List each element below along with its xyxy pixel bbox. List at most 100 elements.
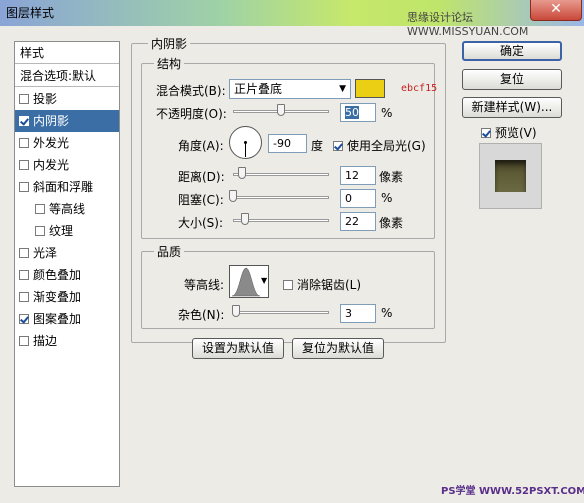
style-item-10[interactable]: 渐变叠加 [15, 286, 119, 308]
preview-swatch [495, 160, 526, 192]
style-item-label: 内发光 [33, 158, 70, 172]
style-item-checkbox-icon[interactable] [19, 247, 29, 258]
reset-default-button[interactable]: 复位为默认值 [292, 338, 384, 359]
preview-checkbox[interactable]: 预览(V) [481, 124, 537, 141]
preview-thumbnail [479, 143, 542, 209]
style-item-label: 斜面和浮雕 [33, 180, 94, 194]
contour-curve-icon [231, 267, 261, 297]
style-item-label: 等高线 [49, 202, 86, 216]
style-item-2[interactable]: 内阴影 [15, 110, 119, 132]
noise-slider[interactable] [233, 311, 329, 314]
antialias-checkbox[interactable]: 消除锯齿(L) [283, 276, 361, 293]
watermark-bottom: PS学堂 WWW.52PSXT.COM [441, 486, 584, 497]
size-unit: 像素 [379, 216, 404, 230]
distance-input[interactable]: 12 [340, 166, 376, 185]
blend-mode-label: 混合模式(B): [156, 84, 226, 98]
style-item-label: 外发光 [33, 136, 70, 150]
close-button[interactable]: ✕ [530, 0, 582, 21]
style-item-checkbox-icon[interactable] [19, 93, 29, 104]
size-label: 大小(S): [178, 216, 224, 230]
global-light-checkbox[interactable]: 使用全局光(G) [333, 137, 426, 154]
contour-label: 等高线: [184, 278, 225, 292]
style-item-checkbox-icon[interactable] [19, 269, 29, 280]
angle-dial-needle [245, 143, 246, 157]
style-item-checkbox-icon[interactable] [19, 115, 29, 126]
angle-label: 角度(A): [178, 139, 224, 153]
ok-button[interactable]: 确定 [462, 41, 562, 61]
preview-check-icon[interactable] [481, 127, 491, 138]
style-item-label: 纹理 [49, 224, 74, 238]
preview-label: 预览(V) [495, 126, 537, 140]
inner-shadow-title: 内阴影 [148, 35, 191, 52]
distance-unit: 像素 [379, 170, 404, 184]
opacity-input[interactable]: 50 [340, 103, 376, 122]
reset-button[interactable]: 复位 [462, 69, 562, 90]
window-title: 图层样式 [6, 6, 55, 20]
angle-dial-center [244, 141, 247, 144]
noise-slider-thumb[interactable] [232, 305, 240, 317]
style-item-4[interactable]: 内发光 [15, 154, 119, 176]
choke-input[interactable]: 0 [340, 189, 376, 208]
style-item-checkbox-icon[interactable] [19, 159, 29, 170]
angle-dial[interactable] [229, 126, 262, 159]
chevron-down-icon: ▼ [339, 84, 346, 94]
style-item-label: 颜色叠加 [33, 268, 82, 282]
choke-unit: % [381, 191, 393, 205]
new-style-button[interactable]: 新建样式(W)... [462, 97, 562, 118]
style-item-checkbox-icon[interactable] [19, 181, 29, 192]
blend-mode-value: 正片叠底 [234, 82, 283, 96]
blend-options-item[interactable]: 混合选项:默认 [15, 65, 119, 87]
style-item-label: 内阴影 [33, 114, 70, 128]
style-item-1[interactable]: 投影 [15, 88, 119, 110]
noise-input[interactable]: 3 [340, 304, 376, 323]
global-light-label: 使用全局光(G) [347, 139, 426, 153]
style-item-5[interactable]: 斜面和浮雕 [15, 176, 119, 198]
style-item-checkbox-icon[interactable] [19, 335, 29, 346]
style-item-8[interactable]: 光泽 [15, 242, 119, 264]
opacity-slider-thumb[interactable] [277, 104, 285, 116]
antialias-label: 消除锯齿(L) [297, 278, 362, 292]
global-light-check-icon[interactable] [333, 140, 343, 151]
color-hex-annotation: ebcf15 [401, 83, 438, 94]
angle-input[interactable]: -90 [268, 134, 307, 153]
style-item-label: 描边 [33, 334, 58, 348]
structure-title: 结构 [154, 55, 185, 72]
noise-unit: % [381, 306, 393, 320]
style-item-checkbox-icon[interactable] [35, 203, 45, 214]
style-list: 样式 混合选项:默认 投影内阴影外发光内发光斜面和浮雕等高线纹理光泽颜色叠加渐变… [14, 41, 120, 487]
style-item-label: 图案叠加 [33, 312, 82, 326]
style-item-11[interactable]: 图案叠加 [15, 308, 119, 330]
style-item-label: 光泽 [33, 246, 58, 260]
style-item-checkbox-icon[interactable] [19, 313, 29, 324]
blend-mode-select[interactable]: 正片叠底 ▼ [229, 79, 351, 99]
distance-slider[interactable] [233, 173, 329, 176]
choke-slider[interactable] [233, 196, 329, 199]
shadow-color-swatch[interactable] [355, 79, 385, 98]
style-item-checkbox-icon[interactable] [35, 225, 45, 236]
antialias-check-icon[interactable] [283, 279, 293, 290]
choke-slider-thumb[interactable] [229, 190, 237, 202]
style-item-9[interactable]: 颜色叠加 [15, 264, 119, 286]
size-slider-thumb[interactable] [241, 213, 249, 225]
distance-label: 距离(D): [178, 170, 225, 184]
style-item-label: 投影 [33, 92, 58, 106]
style-item-checkbox-icon[interactable] [19, 137, 29, 148]
style-item-label: 渐变叠加 [33, 290, 82, 304]
style-item-checkbox-icon[interactable] [19, 291, 29, 302]
choke-label: 阻塞(C): [178, 193, 224, 207]
style-item-3[interactable]: 外发光 [15, 132, 119, 154]
noise-label: 杂色(N): [178, 308, 225, 322]
quality-title: 品质 [154, 243, 185, 260]
style-item-6[interactable]: 等高线 [15, 198, 119, 220]
opacity-label: 不透明度(O): [156, 107, 227, 121]
angle-unit: 度 [311, 139, 324, 153]
style-item-7[interactable]: 纹理 [15, 220, 119, 242]
make-default-button[interactable]: 设置为默认值 [192, 338, 284, 359]
style-list-header[interactable]: 样式 [15, 42, 119, 64]
contour-picker[interactable]: ▼ [229, 265, 269, 298]
contour-chevron-down-icon[interactable]: ▼ [261, 276, 267, 285]
distance-slider-thumb[interactable] [238, 167, 246, 179]
style-item-12[interactable]: 描边 [15, 330, 119, 352]
opacity-unit: % [381, 106, 393, 120]
size-input[interactable]: 22 [340, 212, 376, 231]
